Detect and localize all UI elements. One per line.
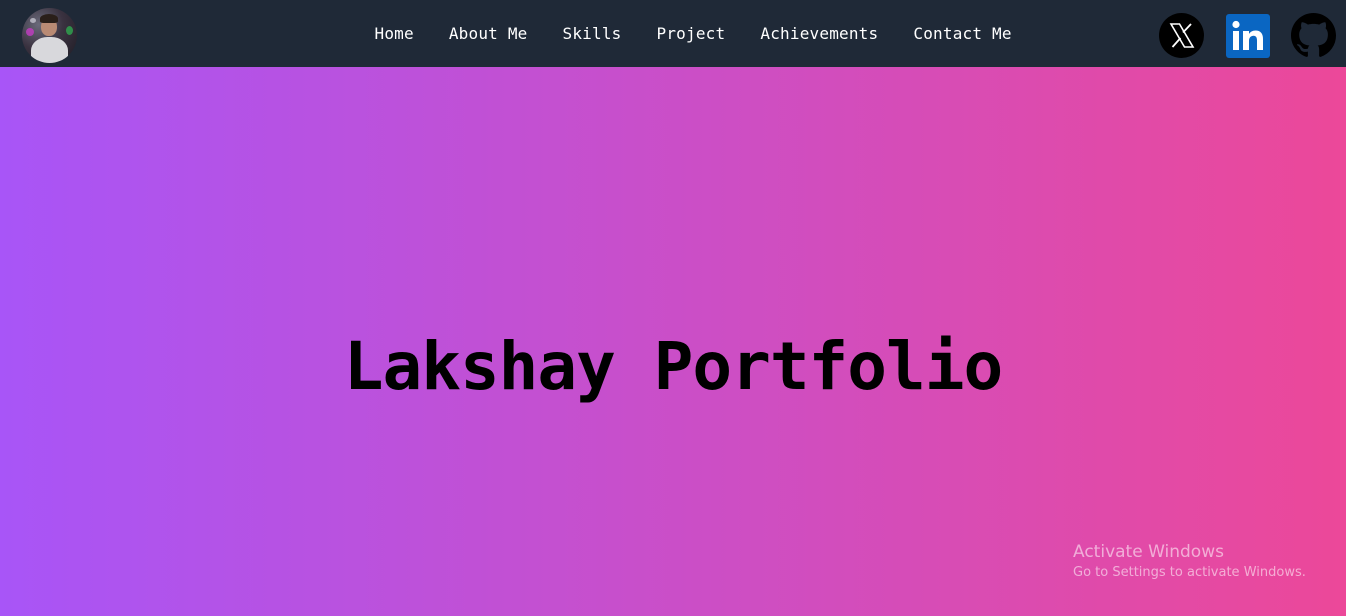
top-navbar: Home About Me Skills Project Achievement… [0,0,1346,67]
linkedin-logo-svg [1232,20,1263,50]
nav-item-project: Project [639,24,743,43]
nav-link-contact-me[interactable]: Contact Me [913,24,1011,43]
profile-avatar[interactable] [22,8,77,63]
avatar-hair [40,14,58,23]
nav-item-achievements: Achievements [743,24,896,43]
nav-links: Home About Me Skills Project Achievement… [357,0,1029,67]
avatar-light-3 [30,18,36,23]
hero-title: Lakshay Portfolio [343,328,1004,405]
avatar-light-1 [26,28,34,36]
nav-item-skills: Skills [545,24,639,43]
hero-section: Lakshay Portfolio [0,67,1346,616]
nav-item-home: Home [357,24,431,43]
nav-item-about: About Me [431,24,545,43]
nav-link-about-me[interactable]: About Me [449,24,528,43]
nav-link-project[interactable]: Project [657,24,726,43]
github-icon[interactable] [1291,13,1336,58]
portfolio-page: Home About Me Skills Project Achievement… [0,0,1346,616]
x-logo-svg [1169,23,1195,48]
nav-link-skills[interactable]: Skills [563,24,622,43]
nav-link-achievements[interactable]: Achievements [760,24,878,43]
github-logo-svg [1291,13,1336,57]
linkedin-icon[interactable] [1226,14,1270,58]
watermark-subtitle: Go to Settings to activate Windows. [1073,565,1306,580]
watermark-title: Activate Windows [1073,542,1224,562]
nav-item-contact: Contact Me [896,24,1029,43]
windows-activation-watermark: Activate Windows Go to Settings to activ… [1073,541,1306,583]
x-twitter-icon[interactable] [1159,13,1204,58]
avatar-light-2 [66,26,73,35]
nav-link-home[interactable]: Home [375,24,414,43]
avatar-body [31,37,68,63]
